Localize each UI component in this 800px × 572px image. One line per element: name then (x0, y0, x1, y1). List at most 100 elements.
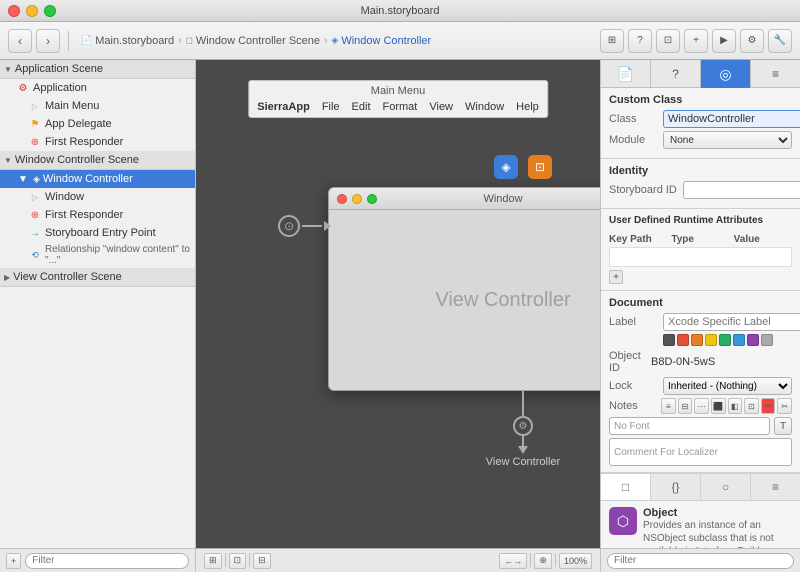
lib-tab-media[interactable]: ○ (701, 474, 751, 500)
rp-tab-file[interactable]: 📄 (601, 60, 651, 88)
wc-icon-blue: ◈ (494, 155, 518, 179)
storyboard-id-input[interactable] (683, 181, 800, 199)
add-scene-button[interactable]: ⊟ (253, 553, 271, 569)
color-swatch-3[interactable] (691, 334, 703, 346)
section-application-scene[interactable]: ▼ Application Scene (0, 60, 195, 79)
rp-tab-quick-help[interactable]: ? (651, 60, 701, 88)
menu-bar-mock: Main Menu SierraApp File Edit Format Vie… (248, 80, 548, 118)
help-button[interactable]: ? (628, 29, 652, 53)
notes-icon-2[interactable]: ⊟ (678, 398, 693, 414)
library-button[interactable]: ⊞ (600, 29, 624, 53)
section-wc-scene[interactable]: ▼ Window Controller Scene (0, 151, 195, 170)
notes-icon-1[interactable]: ≡ (661, 398, 676, 414)
sidebar-filter-input[interactable] (25, 553, 189, 569)
section-label-app: Application Scene (15, 63, 103, 75)
lib-tab-objects[interactable]: □ (601, 474, 651, 500)
window-titlebar: Window (329, 188, 600, 210)
canvas-bottom-toolbar: ⊞ ⊡ ⊟ ←→ ⊕ 100% (196, 548, 600, 572)
sidebar-item-main-menu[interactable]: ▷ Main Menu (0, 97, 195, 115)
back-button[interactable]: ‹ (8, 29, 32, 53)
color-swatch-6[interactable] (733, 334, 745, 346)
inner-max[interactable] (367, 194, 377, 204)
window-icon: ▷ (28, 190, 42, 204)
color-swatch-2[interactable] (677, 334, 689, 346)
gear-icon: ⚙ (16, 81, 30, 95)
notes-icon-5[interactable]: ◧ (728, 398, 743, 414)
notes-icon-3[interactable]: ⋯ (694, 398, 709, 414)
sidebar-item-window-controller[interactable]: ▼ ◈ Window Controller (0, 170, 195, 188)
window-title: Main.storyboard (361, 5, 440, 17)
breadcrumb-storyboard[interactable]: 📄 Main.storyboard (81, 35, 174, 47)
class-input[interactable] (663, 110, 800, 128)
layout-button[interactable]: ⊡ (656, 29, 680, 53)
custom-class-section: Custom Class Class ▸ Module None (601, 88, 800, 159)
color-swatch-1[interactable] (663, 334, 675, 346)
sidebar-item-window[interactable]: ▷ Window (0, 188, 195, 206)
lock-select[interactable]: Inherited - (Nothing) (663, 377, 792, 395)
section-vc-scene[interactable]: ▶ View Controller Scene (0, 268, 195, 287)
debug-button[interactable]: 🔧 (768, 29, 792, 53)
color-swatch-4[interactable] (705, 334, 717, 346)
sidebar-item-relationship[interactable]: ⟲ Relationship "window content" to "..." (0, 242, 195, 268)
sidebar-item-app-delegate[interactable]: ⚑ App Delegate (0, 115, 195, 133)
font-box: No Font (609, 417, 770, 435)
expand-icon-wc: ▼ (4, 156, 12, 165)
color-swatch-8[interactable] (761, 334, 773, 346)
inner-min[interactable] (352, 194, 362, 204)
title-bar: Main.storyboard (0, 0, 800, 22)
zoom-fit-button[interactable]: ⊡ (229, 553, 247, 569)
font-button[interactable]: T (774, 417, 792, 435)
close-button[interactable] (8, 5, 20, 17)
menu-file[interactable]: File (322, 101, 340, 113)
sidebar-item-entry-point[interactable]: → Storyboard Entry Point (0, 224, 195, 242)
breadcrumb-wc-scene[interactable]: ◻ Window Controller Scene (185, 35, 320, 47)
library-filter-input[interactable] (607, 553, 794, 569)
forward-button[interactable]: › (36, 29, 60, 53)
item-label: Application (33, 82, 87, 94)
notes-row: Notes ≡ ⊟ ⋯ ⬛ ◧ ⊡ ✏ ✂ (609, 398, 792, 414)
sidebar-item-application[interactable]: ⚙ Application (0, 79, 195, 97)
lock-row: Lock Inherited - (Nothing) (609, 377, 792, 395)
module-select[interactable]: None (663, 131, 792, 149)
item-label: Storyboard Entry Point (45, 227, 156, 239)
scheme-button[interactable]: ⚙ (740, 29, 764, 53)
storyboard-canvas: Main Menu SierraApp File Edit Format Vie… (196, 60, 600, 572)
add-attribute-button[interactable]: + (609, 270, 623, 284)
breadcrumb-wc[interactable]: ◈ Window Controller (331, 35, 431, 47)
menu-sierraapp[interactable]: SierraApp (257, 101, 310, 113)
color-swatch-5[interactable] (719, 334, 731, 346)
menu-window[interactable]: Window (465, 101, 504, 113)
rp-tab-attributes[interactable]: ≡ (751, 60, 800, 88)
grid-button[interactable]: ⊞ (204, 553, 222, 569)
menu-format[interactable]: Format (383, 101, 418, 113)
notes-icon-4[interactable]: ⬛ (711, 398, 726, 414)
notes-icon-6[interactable]: ⊡ (744, 398, 759, 414)
sidebar-add-button[interactable]: + (6, 553, 21, 569)
inner-close[interactable] (337, 194, 347, 204)
maximize-button[interactable] (44, 5, 56, 17)
notes-icon-7[interactable]: ✏ (761, 398, 776, 414)
font-placeholder: No Font (614, 421, 650, 432)
add-button[interactable]: + (684, 29, 708, 53)
rp-tab-identity[interactable]: ◎ (701, 60, 751, 88)
lib-tab-snippets[interactable]: ≡ (751, 474, 800, 500)
menu-view[interactable]: View (429, 101, 453, 113)
doc-label-input[interactable] (663, 313, 800, 331)
window-title-inner: Window (483, 193, 522, 205)
menu-edit[interactable]: Edit (352, 101, 371, 113)
notes-icon-8[interactable]: ✂ (777, 398, 792, 414)
lib-tab-code[interactable]: {} (651, 474, 701, 500)
run-button[interactable]: ▶ (712, 29, 736, 53)
library-section: □ {} ○ ≡ ⬡ Object Provides an instance o… (601, 473, 800, 572)
constraint-button[interactable]: ⊕ (534, 553, 552, 569)
minimize-button[interactable] (26, 5, 38, 17)
entry-arrow: ⊙ (278, 215, 331, 237)
color-swatch-7[interactable] (747, 334, 759, 346)
sidebar-item-first-responder-2[interactable]: ⊕ First Responder (0, 206, 195, 224)
menu-help[interactable]: Help (516, 101, 539, 113)
user-defined-section: User Defined Runtime Attributes Key Path… (601, 209, 800, 291)
sidebar-item-first-responder-1[interactable]: ⊕ First Responder (0, 133, 195, 151)
expand-icon-app: ▼ (4, 65, 12, 74)
zoom-button[interactable]: 100% (559, 553, 592, 569)
align-button[interactable]: ←→ (499, 553, 527, 569)
